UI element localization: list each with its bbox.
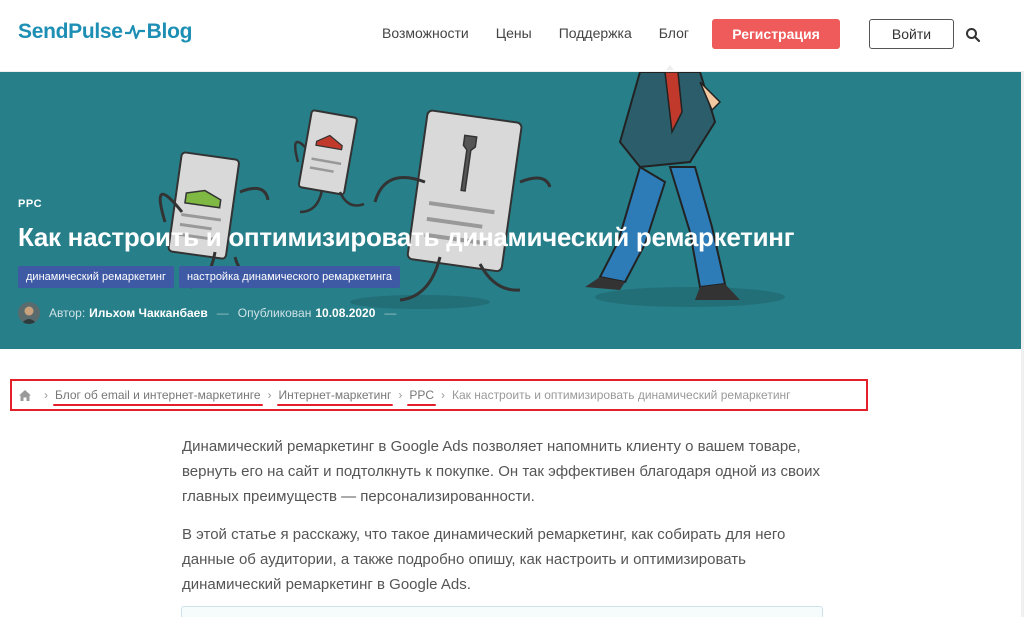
site-header: SendPulse Blog Возможности Цены Поддержк… — [0, 0, 1024, 72]
published-label: Опубликован — [237, 306, 312, 320]
hero-banner: PPC Как настроить и оптимизировать динам… — [0, 72, 1024, 349]
breadcrumb-separator: › — [441, 388, 446, 402]
breadcrumb-separator: › — [398, 388, 403, 402]
published-date: 10.08.2020 — [315, 306, 376, 320]
breadcrumb-current: Как настроить и оптимизировать динамичес… — [452, 388, 791, 402]
breadcrumb-separator: › — [267, 388, 272, 402]
breadcrumb: › Блог об email и интернет-маркетинге › … — [10, 379, 868, 411]
breadcrumb-internet-marketing[interactable]: Интернет-маркетинг — [276, 388, 394, 406]
logo-text: SendPulse — [18, 20, 123, 43]
logo[interactable]: SendPulse Blog — [18, 20, 192, 44]
page-title: Как настроить и оптимизировать динамичес… — [18, 222, 795, 252]
register-button[interactable]: Регистрация — [712, 19, 840, 49]
nav-item-pricing[interactable]: Цены — [496, 25, 532, 41]
active-nav-caret-icon — [666, 65, 674, 70]
author-label: Автор: — [49, 306, 86, 320]
meta-separator: — — [216, 306, 229, 320]
article-meta: Автор: Ильхом Чакканбаев — Опубликован 1… — [18, 302, 405, 324]
main-nav: Возможности Цены Поддержка Блог — [382, 25, 716, 41]
home-icon[interactable] — [19, 389, 31, 401]
breadcrumb-ppc[interactable]: PPC — [407, 388, 436, 406]
tag-dynamic-remarketing[interactable]: динамический ремаркетинг — [18, 266, 174, 288]
tag-dynamic-remarketing-setup[interactable]: настройка динамического ремаркетинга — [178, 266, 400, 288]
author-avatar — [18, 302, 40, 324]
logo-blog-text: Blog — [146, 20, 193, 43]
search-icon[interactable] — [965, 27, 981, 43]
login-button[interactable]: Войти — [869, 19, 954, 49]
hero-category[interactable]: PPC — [18, 198, 42, 210]
table-of-contents-box — [181, 606, 823, 617]
tag-list: динамический ремаркетинг настройка динам… — [18, 266, 400, 288]
nav-item-blog[interactable]: Блог — [659, 25, 689, 41]
breadcrumb-separator: › — [44, 388, 48, 402]
nav-item-features[interactable]: Возможности — [382, 25, 469, 41]
meta-separator-end: — — [384, 306, 397, 320]
pulse-icon — [124, 24, 145, 40]
breadcrumb-blog[interactable]: Блог об email и интернет-маркетинге — [53, 388, 262, 406]
article-paragraph: Динамический ремаркетинг в Google Ads по… — [182, 438, 820, 505]
author-name[interactable]: Ильхом Чакканбаев — [89, 306, 208, 320]
article-body: Динамический ремаркетинг в Google Ads по… — [182, 434, 822, 610]
article-paragraph: В этой статье я расскажу, что такое дина… — [182, 526, 786, 593]
nav-item-support[interactable]: Поддержка — [559, 25, 632, 41]
